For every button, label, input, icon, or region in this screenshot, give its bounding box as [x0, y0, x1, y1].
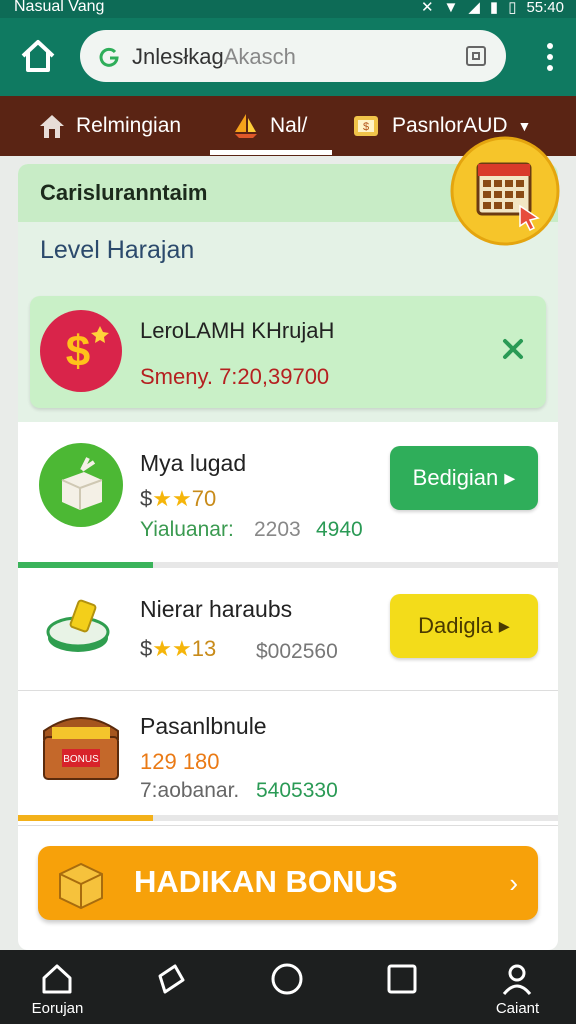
money-badge-icon: $ — [40, 310, 122, 392]
item-stats-value-b: 4940 — [316, 518, 363, 541]
item-price: $★★70 — [140, 486, 217, 511]
star-icon: ★★ — [152, 636, 192, 661]
tabs-icon[interactable] — [464, 44, 488, 68]
nav-home-label: Eorujan — [31, 1000, 84, 1017]
back-icon — [158, 964, 185, 994]
divider — [18, 825, 558, 826]
progress-bar — [18, 562, 558, 568]
gift-crate-icon — [59, 862, 103, 910]
level-box[interactable]: $ LeroLAMH KHrujaH Smeny. 7:20,39700 — [30, 296, 546, 408]
signal-bars-icon: ▮ — [489, 0, 499, 16]
wifi-icon: ▼ — [443, 0, 459, 16]
list-item: Nierar haraubs $★★13 $002560 Dadigla ▸ — [18, 574, 558, 690]
bluetooth-icon: ✕ — [420, 0, 434, 16]
house-icon — [40, 115, 64, 138]
wallet-icon: $ — [354, 116, 378, 136]
carrier-name: Nasual Vang — [14, 0, 105, 15]
address-bar[interactable]: JnlesłkagAkasch — [80, 30, 506, 82]
arrow-icon: ▸ — [504, 465, 516, 490]
status-icons: ✕ ▼ ◢ ▮ ▯ 55:40 — [421, 0, 564, 16]
square-recents-icon — [387, 964, 417, 994]
arrow-icon: ▸ — [498, 613, 510, 638]
nav-back[interactable] — [115, 950, 230, 1024]
home-icon[interactable] — [18, 36, 58, 76]
level-money: Smeny. 7:20,39700 — [140, 364, 330, 389]
clock: 55:40 — [526, 0, 564, 16]
home-icon — [42, 964, 72, 994]
item-stats-value-a: 2203 — [254, 518, 301, 541]
svg-text:BONUS: BONUS — [63, 754, 99, 765]
item-title: Pasanlbnule — [140, 713, 267, 739]
item-title: Mya lugad — [140, 450, 247, 476]
card-title: Carisluranntaim — [40, 180, 208, 205]
progress-bar — [18, 815, 558, 821]
overflow-menu-icon[interactable] — [546, 42, 554, 72]
nav-home-circle[interactable] — [230, 950, 345, 1024]
svg-text:$: $ — [66, 327, 90, 376]
item-stats-label: 7:aobanar. — [140, 779, 240, 802]
close-icon[interactable] — [502, 338, 524, 360]
battery-icon: ▯ — [508, 0, 517, 16]
nav-account[interactable]: Caiant — [460, 950, 575, 1024]
claim-button[interactable]: Dadigla ▸ — [390, 594, 538, 658]
nav-item-label: PasnlorAUD — [392, 114, 508, 137]
nav-account-label: Caiant — [495, 1000, 540, 1017]
bonus-label: HADIKAN BONUS — [134, 864, 398, 899]
list-item: Mya lugad $★★70 Yialuanar: 2203 4940 Bed… — [18, 422, 558, 572]
rewards-card: Carisluranntaim Level Harajan $ LeroLAMH… — [18, 164, 558, 950]
bonus-button[interactable]: HADIKAN BONUS › — [38, 846, 538, 920]
signal-icon: ◢ — [468, 0, 480, 16]
site-info-icon[interactable] — [98, 44, 122, 68]
person-icon — [502, 964, 532, 995]
nav-home[interactable]: Eorujan — [0, 950, 115, 1024]
cash-stack-icon — [46, 599, 110, 652]
item-stats-value: 5405330 — [256, 779, 338, 802]
nav-item-label: Relmingian — [76, 114, 182, 137]
claim-button[interactable]: Bedigian ▸ — [390, 446, 538, 510]
item-price: $★★13 — [140, 636, 217, 661]
item-orange-value: 129 180 — [140, 749, 220, 774]
browser-toolbar: JnlesłkagAkasch — [0, 18, 576, 96]
level-name: LeroLAMH KHrujaH — [140, 318, 335, 343]
dropdown-icon[interactable]: ▼ — [518, 118, 532, 134]
item-amount: $002560 — [256, 640, 338, 663]
nav-item-home[interactable]: Relmingian — [38, 96, 181, 156]
level-title: Level Harajan — [40, 236, 195, 264]
svg-text:$: $ — [363, 121, 369, 133]
calendar-icon[interactable] — [450, 136, 560, 246]
item-title: Nierar haraubs — [140, 596, 293, 622]
gift-box-icon — [39, 443, 123, 527]
star-icon: ★★ — [152, 486, 192, 511]
circle-home-icon — [271, 963, 303, 995]
url-text[interactable]: JnlesłkagAkasch — [132, 44, 296, 70]
status-bar: Nasual Vang ✕ ▼ ◢ ▮ ▯ 55:40 — [0, 0, 576, 18]
level-section: Level Harajan $ LeroLAMH KHrujaH Smeny. … — [18, 222, 558, 422]
nav-recents[interactable] — [345, 950, 460, 1024]
chevron-right-icon: › — [509, 868, 518, 898]
nav-item-active[interactable]: Nal/ — [232, 96, 307, 156]
list-item: BONUS Pasanlbnule 129 180 7:aobanar. 540… — [18, 691, 558, 831]
item-stats-label: Yialuanar: — [140, 518, 234, 541]
treasure-chest-icon: BONUS — [43, 717, 119, 780]
sailboat-icon — [235, 114, 257, 138]
nav-item-label: Nal/ — [270, 114, 308, 137]
system-navigation: Eorujan Caiant — [0, 950, 576, 1024]
active-tab-indicator — [210, 150, 332, 155]
